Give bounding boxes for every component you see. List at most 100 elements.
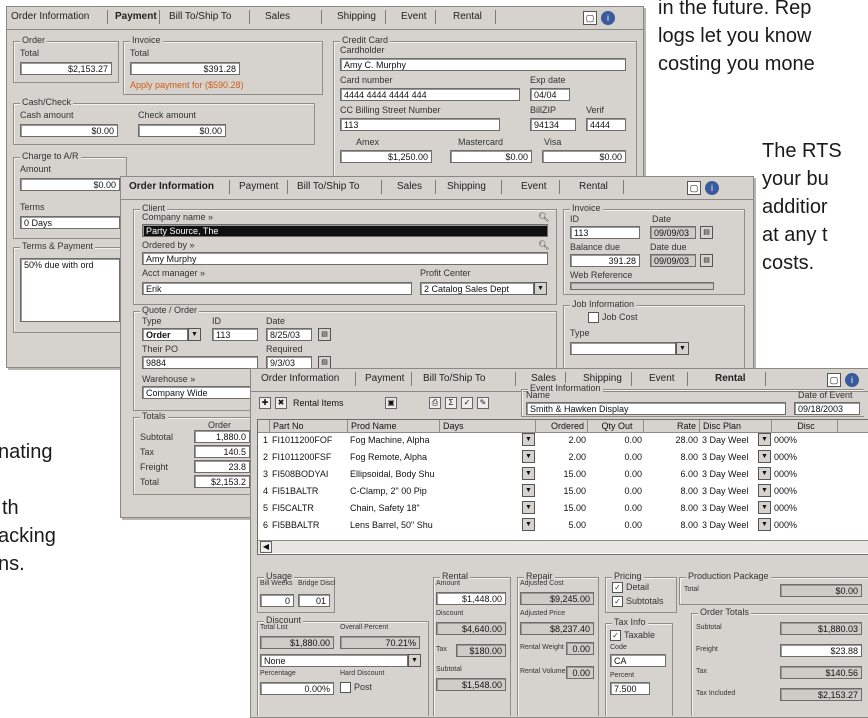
- disc-cell[interactable]: 000%: [772, 519, 822, 531]
- tab-rental[interactable]: Rental: [715, 373, 746, 384]
- qty-out-cell[interactable]: 0.00: [588, 519, 644, 531]
- disc-cell[interactable]: 000%: [772, 451, 822, 463]
- product-name-cell[interactable]: C-Clamp, 2" 00 Pip: [348, 485, 440, 497]
- qty-out-cell[interactable]: 0.00: [588, 485, 644, 497]
- disc-plan-cell[interactable]: 3 Day Weel: [700, 485, 760, 497]
- post-checkbox[interactable]: Post: [340, 682, 372, 694]
- rate-cell[interactable]: 8.00: [644, 502, 700, 514]
- chevron-down-icon[interactable]: ▼: [676, 342, 689, 355]
- chevron-down-icon[interactable]: ▼: [758, 450, 771, 463]
- product-name-cell[interactable]: Fog Remote, Alpha: [348, 451, 440, 463]
- column-header[interactable]: [838, 420, 868, 433]
- tab-event[interactable]: Event: [649, 373, 675, 384]
- disc-plan-cell[interactable]: 3 Day Weel: [700, 451, 760, 463]
- disc-plan-cell[interactable]: 3 Day Weel: [700, 502, 760, 514]
- subtotals-checkbox[interactable]: ✓ Subtotals: [612, 596, 664, 608]
- chevron-down-icon[interactable]: ▼: [522, 484, 535, 497]
- notes-icon[interactable]: ▢: [827, 373, 841, 387]
- cardholder-field[interactable]: Amy C. Murphy: [340, 58, 626, 71]
- qty-out-cell[interactable]: 0.00: [588, 451, 644, 463]
- visa-field[interactable]: $0.00: [542, 150, 626, 163]
- row-number[interactable]: 5: [258, 502, 270, 514]
- delete-icon[interactable]: ✖: [275, 397, 287, 409]
- calendar-icon[interactable]: ▤: [318, 328, 331, 341]
- sum-icon[interactable]: Σ: [445, 397, 457, 409]
- qty-out-cell[interactable]: 0.00: [588, 502, 644, 514]
- disc-cell[interactable]: 000%: [772, 485, 822, 497]
- tab-bill-to-ship-to[interactable]: Bill To/Ship To: [169, 11, 231, 22]
- ordered-by-field[interactable]: Amy Murphy: [142, 252, 548, 265]
- ordered-cell[interactable]: 15.00: [536, 485, 588, 497]
- column-header[interactable]: Ordered: [536, 420, 588, 433]
- job-cost-checkbox[interactable]: Job Cost: [588, 312, 638, 324]
- column-header[interactable]: Disc: [772, 420, 838, 433]
- warehouse-field[interactable]: Company Wide: [142, 386, 258, 399]
- chevron-down-icon[interactable]: ▼: [522, 467, 535, 480]
- date-due-field[interactable]: 09/09/03: [650, 254, 696, 267]
- ordered-cell[interactable]: 2.00: [536, 451, 588, 463]
- chevron-down-icon[interactable]: ▼: [522, 450, 535, 463]
- chevron-down-icon[interactable]: ▼: [758, 501, 771, 514]
- their-po-field[interactable]: 9884: [142, 356, 258, 369]
- type-field[interactable]: Order: [142, 328, 188, 341]
- table-row[interactable]: 5 FI5CALTR Chain, Safety 18" 15.00 0.00 8.00 3…: [258, 501, 868, 514]
- edit-icon[interactable]: ✎: [477, 397, 489, 409]
- tab-order-information[interactable]: Order Information: [11, 11, 89, 22]
- column-header[interactable]: Prod Name: [348, 420, 440, 433]
- table-row[interactable]: 2 FI1011200FSF Fog Remote, Alpha 2.00 0.00 8.…: [258, 450, 868, 463]
- exp-date-field[interactable]: 04/04: [530, 88, 570, 101]
- row-number[interactable]: 2: [258, 451, 270, 463]
- product-name-cell[interactable]: Fog Machine, Alpha: [348, 434, 440, 446]
- chevron-down-icon[interactable]: ▼: [758, 467, 771, 480]
- ordered-cell[interactable]: 15.00: [536, 502, 588, 514]
- tab-rental[interactable]: Rental: [453, 11, 482, 22]
- date-field[interactable]: 8/25/03: [266, 328, 312, 341]
- scroll-left-icon[interactable]: ◀: [260, 541, 272, 553]
- invoice-date-field[interactable]: 09/09/03: [650, 226, 696, 239]
- rate-cell[interactable]: 6.00: [644, 468, 700, 480]
- column-header[interactable]: Part No: [270, 420, 348, 433]
- part-number-cell[interactable]: FI51BALTR: [270, 485, 348, 497]
- web-reference-field[interactable]: [570, 282, 714, 290]
- disc-cell[interactable]: 000%: [772, 502, 822, 514]
- notes-icon[interactable]: ▢: [687, 181, 701, 195]
- tab-payment[interactable]: Payment: [365, 373, 404, 384]
- profit-center-field[interactable]: 2 Catalog Sales Dept: [420, 282, 534, 295]
- product-name-cell[interactable]: Ellipsoidal, Body Shu: [348, 468, 440, 480]
- add-icon[interactable]: ✚: [259, 397, 271, 409]
- part-number-cell[interactable]: FI1011200FOF: [270, 434, 348, 446]
- part-number-cell[interactable]: FI5BBALTR: [270, 519, 348, 531]
- detail-checkbox[interactable]: ✓ Detail: [612, 582, 649, 594]
- bridge-disc-field[interactable]: 01: [298, 594, 330, 607]
- check-amount-field[interactable]: $0.00: [138, 124, 226, 137]
- terms-note-field[interactable]: 50% due with ord: [20, 258, 120, 322]
- qty-out-cell[interactable]: 0.00: [588, 434, 644, 446]
- rate-cell[interactable]: 28.00: [644, 434, 700, 446]
- terms-field[interactable]: 0 Days: [20, 216, 120, 229]
- job-type-field[interactable]: [570, 342, 676, 355]
- apply-payment-link[interactable]: Apply payment for ($590.28): [130, 80, 244, 90]
- info-icon[interactable]: i: [601, 11, 615, 25]
- row-number[interactable]: 1: [258, 434, 270, 446]
- column-header[interactable]: Rate: [644, 420, 700, 433]
- invoice-id-field[interactable]: 113: [570, 226, 640, 239]
- disc-cell[interactable]: 000%: [772, 468, 822, 480]
- chevron-down-icon[interactable]: ▼: [522, 433, 535, 446]
- ordered-cell[interactable]: 5.00: [536, 519, 588, 531]
- info-icon[interactable]: i: [845, 373, 859, 387]
- percentage-field[interactable]: 0.00%: [260, 682, 334, 695]
- chevron-down-icon[interactable]: ▼: [408, 654, 421, 667]
- billing-zip-field[interactable]: 94134: [530, 118, 576, 131]
- calendar-icon[interactable]: ▤: [700, 254, 713, 267]
- order-freight-field[interactable]: $23.88: [780, 644, 862, 657]
- part-number-cell[interactable]: FI508BODYAI: [270, 468, 348, 480]
- tab-payment[interactable]: Payment: [239, 181, 278, 192]
- card-number-field[interactable]: 4444 4444 4444 444: [340, 88, 520, 101]
- charge-amount-field[interactable]: $0.00: [20, 178, 120, 191]
- amex-field[interactable]: $1,250.00: [340, 150, 432, 163]
- print-icon[interactable]: ⎙: [429, 397, 441, 409]
- company-name-field[interactable]: Party Source, The: [142, 224, 548, 237]
- search-icon[interactable]: 🔍︎: [538, 240, 549, 251]
- column-header[interactable]: Days: [440, 420, 536, 433]
- disc-cell[interactable]: 000%: [772, 434, 822, 446]
